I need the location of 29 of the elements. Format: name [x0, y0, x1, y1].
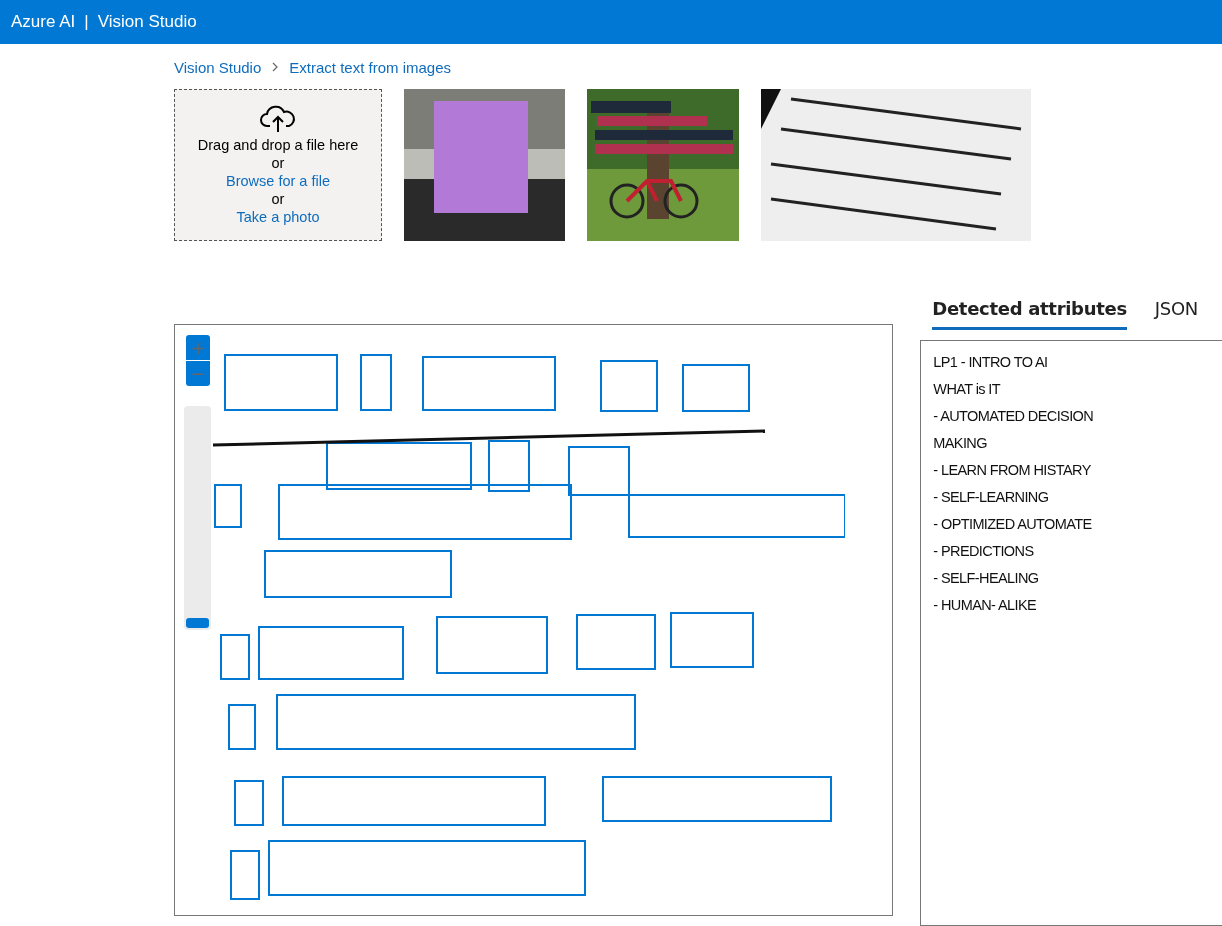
detected-text-line: - SELF-HEALING [933, 569, 1040, 588]
detected-text-line: - PREDICTIONS [933, 542, 1035, 561]
bicycle-photo[interactable] [587, 89, 739, 241]
or-text: or [271, 154, 285, 172]
detected-text-line: - OPTIMIZED AUTOMATE [933, 515, 1093, 534]
cloud-upload-icon [258, 104, 298, 134]
chevron-icon [271, 62, 280, 72]
detected-text-line: - LEARN FROM HISTARY [933, 461, 1092, 480]
tab[interactable]: JSON [1154, 298, 1198, 330]
breadcrumb-link[interactable]: Vision Studio [174, 58, 262, 76]
or-text: or [271, 190, 285, 208]
detected-text-line: LP1 - INTRO TO AI [933, 353, 1049, 372]
product-name: Azure AI [11, 12, 76, 32]
breadcrumb-link[interactable]: Extract text from images [289, 58, 451, 76]
tab[interactable]: Detected attributes [932, 298, 1127, 330]
app-title: Vision Studio [97, 12, 197, 32]
detected-text-line: MAKING [933, 434, 988, 453]
sticky-note-photo[interactable] [404, 89, 565, 241]
detected-text-line: - SELF-LEARNING [933, 488, 1050, 507]
drop-prompt: Drag and drop a file here [197, 136, 359, 154]
nutrition-label-photo[interactable] [761, 89, 1031, 241]
detected-text-line: - AUTOMATED DECISION [933, 407, 1095, 426]
slider-thumb[interactable] [186, 618, 209, 628]
browse-link[interactable]: Browse for a file [226, 172, 330, 190]
zoom-slider[interactable] [184, 406, 211, 630]
detected-text-line: - HUMAN- ALIKE [933, 596, 1038, 615]
title-separator: | [84, 12, 89, 32]
detected-text-line: WHAT is IT [933, 380, 1002, 399]
take-photo-link[interactable]: Take a photo [236, 208, 320, 226]
